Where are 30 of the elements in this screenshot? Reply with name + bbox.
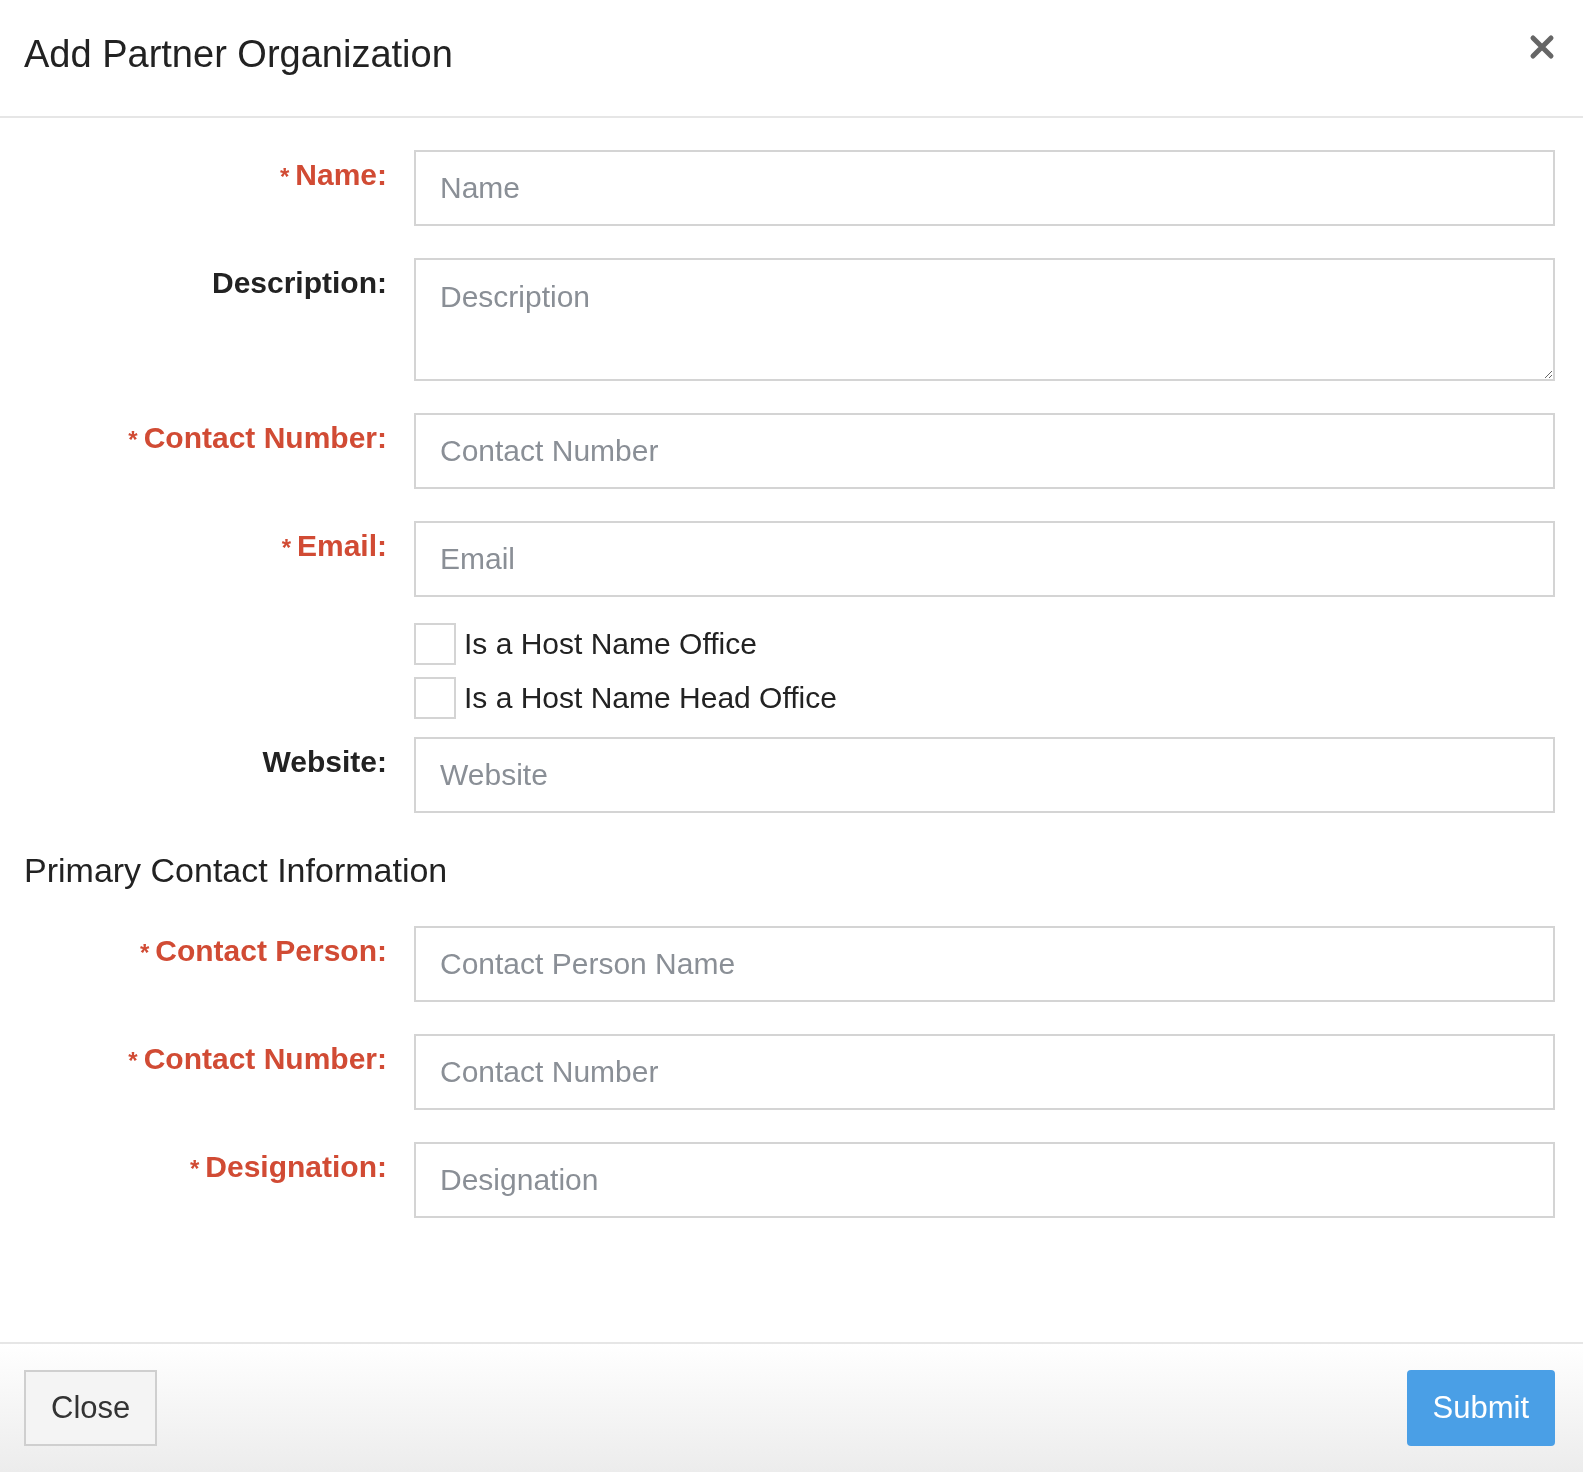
required-mark: * [190, 1155, 200, 1183]
description-field[interactable]: Description [414, 258, 1555, 381]
field-label: Description: [211, 266, 387, 300]
dialog-title: Add Partner Organization [24, 32, 453, 76]
required-mark: * [279, 163, 290, 191]
field-label: Contact Person: [155, 934, 387, 968]
field-label: Email: [296, 529, 387, 563]
input-field[interactable]: Contact Number [414, 1034, 1555, 1110]
input-field[interactable]: Email [414, 521, 1555, 597]
input-field[interactable]: Website [414, 737, 1555, 813]
required-mark: * [139, 939, 150, 967]
checkbox-label: Is a Host Name Head Office [464, 681, 837, 715]
input-field[interactable]: Name [414, 150, 1555, 226]
close-button[interactable]: Close [24, 1370, 158, 1446]
input-field[interactable]: Designation [414, 1142, 1555, 1218]
checkbox[interactable] [414, 677, 456, 719]
required-mark: * [128, 1047, 138, 1075]
field-label: Website: [262, 745, 387, 779]
field-label: Designation: [205, 1150, 387, 1184]
field-label: Contact Number: [143, 421, 387, 455]
checkbox-label: Is a Host Name Office [464, 627, 757, 661]
close-icon[interactable] [1529, 34, 1555, 60]
field-label: Name: [295, 158, 387, 192]
input-field[interactable]: Contact Person Name [414, 926, 1555, 1002]
field-label: Contact Number: [143, 1042, 387, 1076]
required-mark: * [281, 534, 291, 562]
input-field[interactable]: Contact Number [414, 413, 1555, 489]
required-mark: * [128, 426, 138, 454]
section-heading: Primary Contact Information [24, 851, 449, 890]
checkbox[interactable] [414, 623, 456, 665]
